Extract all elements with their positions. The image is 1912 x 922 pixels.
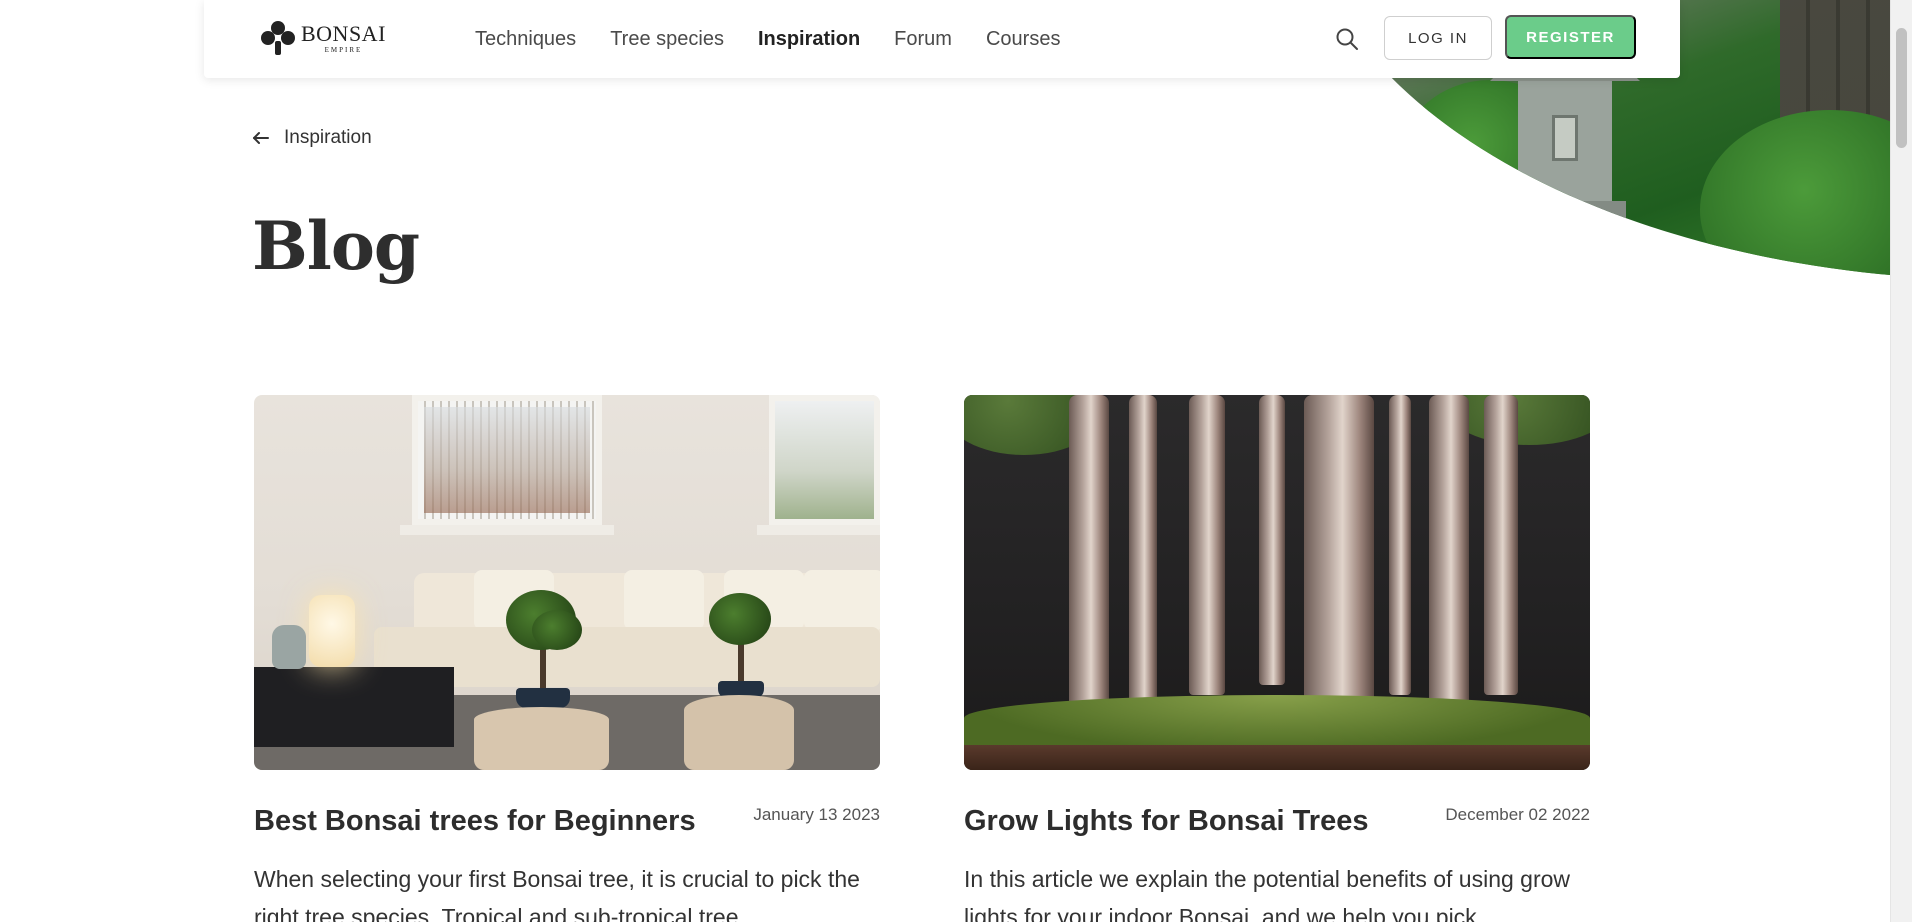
post-image-bonsai-forest[interactable] xyxy=(964,395,1590,770)
nav-item-forum[interactable]: Forum xyxy=(894,28,952,51)
post-excerpt: When selecting your first Bonsai tree, i… xyxy=(254,866,860,922)
back-link-label: Inspiration xyxy=(284,127,372,148)
register-button[interactable]: REGISTER xyxy=(1505,15,1636,59)
login-button[interactable]: LOG IN xyxy=(1384,16,1492,60)
brand-subtitle: EMPIRE xyxy=(324,45,363,54)
page-title: Blog xyxy=(252,207,420,285)
post-title[interactable]: Best Bonsai trees for Beginners xyxy=(254,805,696,838)
scrollbar-thumb[interactable] xyxy=(1896,28,1907,148)
nav-item-inspiration[interactable]: Inspiration xyxy=(758,28,860,51)
site-header: BONSAI EMPIRE Techniques Tree species In… xyxy=(204,0,1680,78)
nav-item-tree-species[interactable]: Tree species xyxy=(610,28,724,51)
bush-graphic xyxy=(1700,110,1912,280)
post-date: December 02 2022 xyxy=(1445,805,1590,824)
post-excerpt: In this article we explain the potential… xyxy=(964,866,1571,922)
blog-post-card[interactable]: Best Bonsai trees for Beginners January … xyxy=(254,395,880,922)
brand-logo[interactable]: BONSAI EMPIRE xyxy=(261,20,386,56)
brand-name: BONSAI xyxy=(301,20,386,46)
search-icon[interactable] xyxy=(1335,27,1359,51)
bonsai-logo-icon xyxy=(261,21,295,55)
blog-post-card[interactable]: Grow Lights for Bonsai Trees December 02… xyxy=(964,395,1590,922)
back-to-inspiration-link[interactable]: Inspiration xyxy=(252,127,372,149)
main-nav: Techniques Tree species Inspiration Foru… xyxy=(475,0,1060,78)
stone-lantern-graphic xyxy=(1490,55,1640,280)
nav-item-techniques[interactable]: Techniques xyxy=(475,28,576,51)
post-title[interactable]: Grow Lights for Bonsai Trees xyxy=(964,805,1368,838)
post-image-living-room[interactable] xyxy=(254,395,880,770)
page-scrollbar[interactable] xyxy=(1890,0,1912,922)
arrow-left-icon xyxy=(252,130,270,146)
post-date: January 13 2023 xyxy=(753,805,880,824)
nav-item-courses[interactable]: Courses xyxy=(986,28,1060,51)
